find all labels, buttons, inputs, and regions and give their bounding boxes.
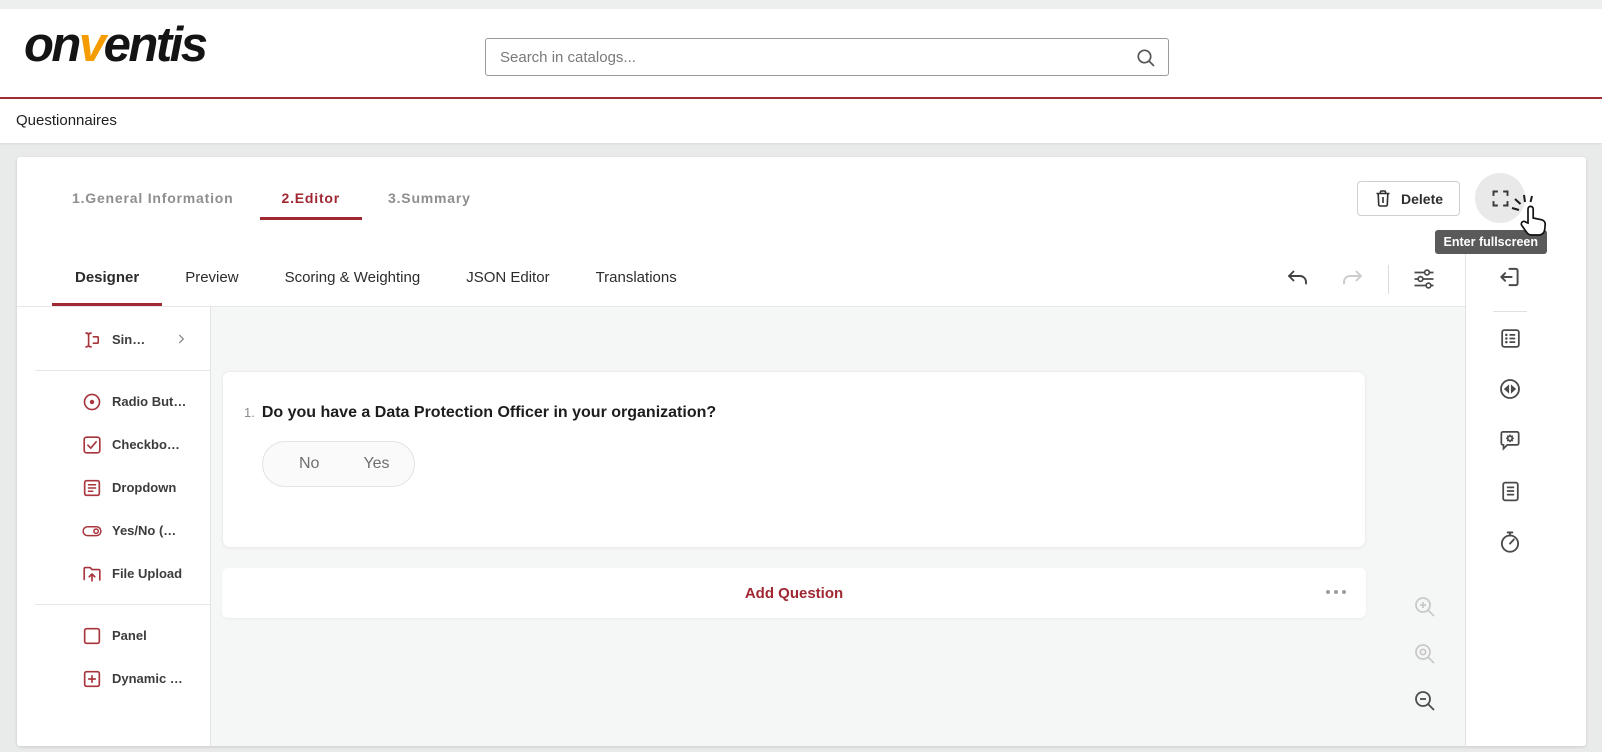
dropdown-icon [81,477,103,499]
yes-no-toggle-icon [81,520,103,542]
question-title[interactable]: Do you have a Data Protection Officer in… [262,404,716,422]
breadcrumb-bar: Questionnaires [0,99,1602,143]
fullscreen-tooltip: Enter fullscreen [1435,230,1547,254]
sidebar-divider [1493,311,1527,312]
form-list-icon [1498,326,1523,351]
undo-button[interactable] [1283,265,1311,293]
step-tab-summary[interactable]: 3.Summary [366,179,493,220]
tune-icon [1412,267,1436,291]
add-question-button[interactable]: Add Question [745,585,843,602]
add-question-bar[interactable]: Add Question [222,568,1366,618]
tab-scoring-weighting[interactable]: Scoring & Weighting [262,252,444,306]
toolbox-item-label: Radio But… [112,394,186,409]
question-toolbox: Sin… Radio But… [17,307,211,746]
zoom-out-icon [1412,688,1438,714]
app-header: onventis 0 ? MM [0,9,1602,97]
breadcrumb[interactable]: Questionnaires [16,112,117,129]
fullscreen-icon [1490,188,1511,209]
questionnaire-editor-card: 1.General Information 2.Editor 3.Summary… [17,157,1586,746]
panel-icon [81,625,103,647]
tab-designer[interactable]: Designer [52,252,162,306]
delete-button-label: Delete [1401,191,1443,207]
open-panel-icon [1497,264,1523,290]
toolbox-item-panel[interactable]: Panel [17,614,210,657]
undo-icon [1284,267,1310,291]
notes-icon [1498,479,1523,504]
toolbox-item-label: Dynamic … [112,671,183,686]
redo-button[interactable] [1339,265,1367,293]
designer-workspace: Sin… Radio But… [17,307,1465,746]
comment-settings-button[interactable] [1494,426,1526,454]
zoom-reset-icon [1412,641,1438,667]
toolbox-item-label: Sin… [112,332,145,347]
toolbox-item-label: Checkbo… [112,437,180,452]
search-input[interactable] [486,39,1168,75]
toolbox-item-radio-button[interactable]: Radio But… [17,380,210,423]
logo-text: entis [104,18,206,72]
open-panel-button[interactable] [1494,263,1526,291]
timer-button[interactable] [1494,528,1526,556]
toolbox-item-dropdown[interactable]: Dropdown [17,466,210,509]
question-number: 1. [244,405,255,420]
onventis-logo[interactable]: onventis [24,17,206,73]
file-upload-icon [81,563,103,585]
wizard-step-tabs: 1.General Information 2.Editor 3.Summary [50,179,493,220]
toggle-option-yes[interactable]: Yes [363,455,389,473]
comment-settings-icon [1497,427,1523,453]
dynamic-panel-icon [81,668,103,690]
step-tab-editor[interactable]: 2.Editor [260,179,363,220]
zoom-controls [1412,594,1438,714]
toolbox-item-single-input[interactable]: Sin… [17,318,210,361]
tabbar-divider [1388,265,1389,294]
search-icon[interactable] [1134,46,1158,75]
more-options-icon[interactable] [1326,590,1346,594]
tab-translations[interactable]: Translations [573,252,700,306]
toggle-option-no[interactable]: No [299,455,319,473]
toolbox-item-dynamic-panel[interactable]: Dynamic … [17,657,210,700]
fullscreen-button[interactable] [1475,173,1525,223]
single-input-icon [81,329,103,351]
logic-swap-icon [1497,376,1523,402]
notes-button[interactable] [1494,477,1526,505]
tab-preview[interactable]: Preview [162,252,261,306]
zoom-in-icon [1412,594,1438,620]
timer-icon [1497,529,1523,555]
question-card[interactable]: 1. Do you have a Data Protection Officer… [222,371,1366,548]
trash-icon [1374,189,1392,208]
zoom-reset-button[interactable] [1412,641,1438,667]
toolbox-item-label: Panel [112,628,147,643]
toolbox-item-label: File Upload [112,566,182,581]
delete-button[interactable]: Delete [1357,181,1460,216]
zoom-out-button[interactable] [1412,688,1438,714]
editor-main: Designer Preview Scoring & Weighting JSO… [17,252,1465,746]
toolbox-divider [35,604,210,605]
tab-json-editor[interactable]: JSON Editor [443,252,572,306]
form-settings-button[interactable] [1494,324,1526,352]
radio-button-icon [81,391,103,413]
toolbox-item-label: Dropdown [112,480,176,495]
design-canvas: 1. Do you have a Data Protection Officer… [211,307,1465,746]
redo-icon [1340,267,1366,291]
editor-tabbar: Designer Preview Scoring & Weighting JSO… [17,252,1465,307]
editor-region: Designer Preview Scoring & Weighting JSO… [17,252,1586,746]
zoom-in-button[interactable] [1412,594,1438,620]
property-sidebar [1465,252,1586,746]
toolbox-divider [35,370,210,371]
catalog-search [485,38,1169,76]
top-strip [0,0,1602,9]
logic-button[interactable] [1494,375,1526,403]
settings-tune-button[interactable] [1410,265,1438,293]
chevron-right-icon[interactable] [174,332,188,351]
toolbox-item-checkbox[interactable]: Checkbo… [17,423,210,466]
step-tab-general-information[interactable]: 1.General Information [50,179,256,220]
question-title-row: 1. Do you have a Data Protection Officer… [223,372,1365,422]
checkbox-icon [81,434,103,456]
logo-accent-v: v [79,18,104,72]
toolbox-item-yes-no-toggle[interactable]: Yes/No (… [17,509,210,552]
toolbox-item-file-upload[interactable]: File Upload [17,552,210,595]
toolbox-item-label: Yes/No (… [112,523,176,538]
yes-no-toggle-control[interactable]: No Yes [262,441,415,487]
logo-text: on [24,18,79,72]
